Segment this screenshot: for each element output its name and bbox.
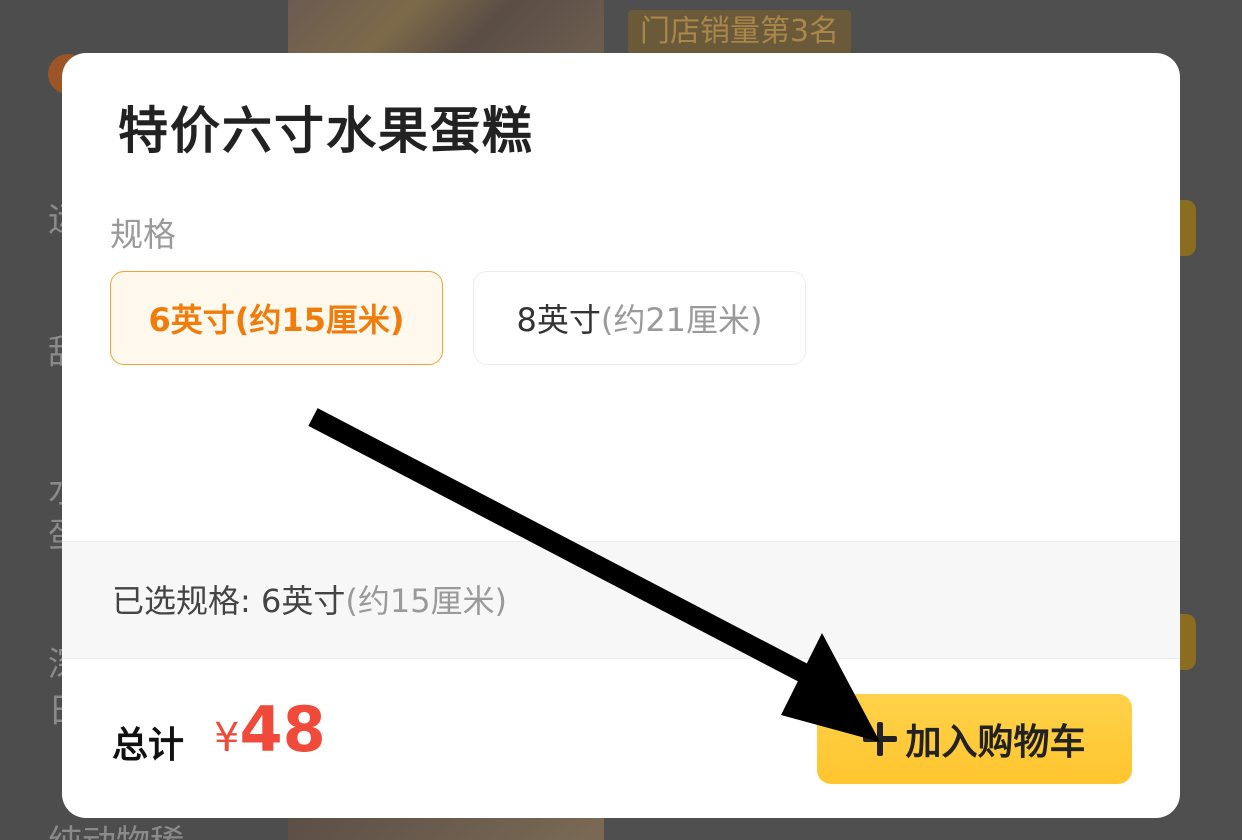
selected-spec-bar: 已选规格: 6英寸(约15厘米) [62,541,1180,659]
spec-option-size: 8英寸 [516,301,601,339]
spec-section-label: 规格 [110,215,176,254]
add-to-cart-button[interactable]: 加入购物车 [817,694,1132,784]
spec-select-dialog: 特价六寸水果蛋糕 规格 6英寸 (约15厘米) 8英寸 (约21厘米) 已选规格: … [62,53,1180,818]
product-title: 特价六寸水果蛋糕 [118,102,534,160]
spec-option-8-inch[interactable]: 8英寸 (约21厘米) [473,271,806,365]
selected-spec-size: 6英寸 [260,582,346,620]
app-screen: 门店销量第3名 运 甜 水 蛋 深 日 纯动物稀 特价六寸水果蛋糕 规格 6英寸… [0,0,1242,840]
total-price: ¥48 [214,693,326,766]
selected-spec-prefix: 已选规格: [112,582,261,620]
selected-spec-text: 已选规格: 6英寸(约15厘米) [112,576,507,622]
spec-option-6-inch[interactable]: 6英寸 (约15厘米) [110,271,443,365]
background-product-image [288,0,604,60]
spec-option-size: 6英寸 [148,301,235,339]
spec-option-detail: (约21厘米) [600,301,763,339]
spec-option-detail: (约15厘米) [234,301,405,339]
price-amount: 48 [239,693,326,766]
selected-spec-detail: (约15厘米) [345,582,508,620]
plus-icon [863,722,898,756]
add-to-cart-label: 加入购物车 [905,722,1086,763]
sales-rank-tag: 门店销量第3名 [628,10,852,54]
background-category-label: 纯动物稀 [48,815,184,840]
total-label: 总计 [112,725,185,766]
currency-symbol: ¥ [214,715,240,761]
